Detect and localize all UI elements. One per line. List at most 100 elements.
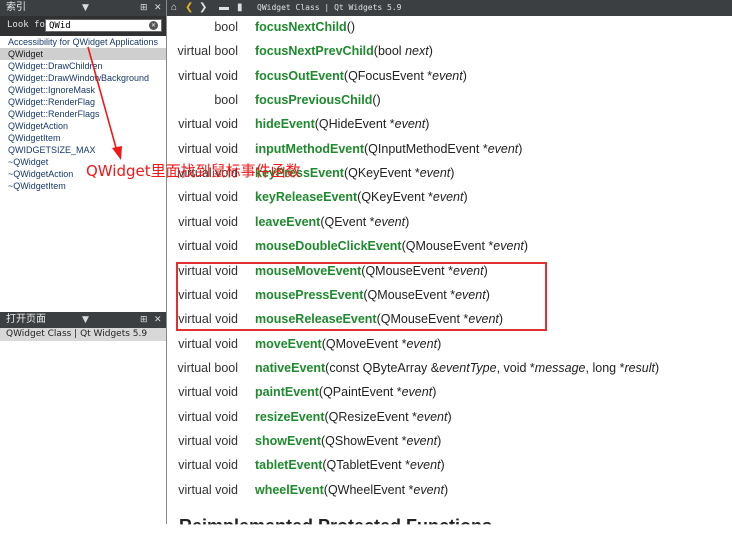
parameter-text: () xyxy=(346,20,356,34)
sync-toc-icon[interactable]: ▬ xyxy=(219,0,229,16)
close-panel-icon[interactable]: ✕ xyxy=(154,312,162,328)
function-row: bool focusPreviousChild() xyxy=(167,88,727,112)
clear-search-icon[interactable]: ✕ xyxy=(149,21,158,30)
function-row: virtual void showEvent(QShowEvent *event) xyxy=(167,429,727,453)
return-type: virtual void xyxy=(178,336,238,351)
parameter-name: event xyxy=(493,239,524,254)
close-panel-icon[interactable]: ✕ xyxy=(154,0,162,16)
index-list-item[interactable]: QWidget::DrawWindowBackground xyxy=(0,72,166,84)
return-type: virtual void xyxy=(178,482,238,497)
parameter-text: () xyxy=(372,93,381,108)
parameter-text: ) xyxy=(432,385,437,400)
function-name-link[interactable]: tabletEvent xyxy=(255,458,322,472)
function-name-link[interactable]: focusPreviousChild xyxy=(255,93,372,107)
parameter-text: ) xyxy=(444,482,449,497)
forward-icon[interactable]: ❯ xyxy=(199,0,207,16)
return-type: virtual void xyxy=(178,141,238,156)
function-name-link[interactable]: leaveEvent xyxy=(255,215,320,229)
function-name-link[interactable]: focusNextPrevChild xyxy=(255,44,374,58)
return-type: virtual void xyxy=(178,214,238,229)
function-signature: wheelEvent(QWheelEvent *event) xyxy=(255,478,448,502)
function-name-link[interactable]: keyReleaseEvent xyxy=(255,190,357,204)
dropdown-arrow-icon[interactable]: ▼ xyxy=(82,312,89,328)
parameter-text: , void * xyxy=(496,360,535,375)
function-name-link[interactable]: inputMethodEvent xyxy=(255,142,364,156)
parameter-text: ) xyxy=(437,433,442,448)
return-type: bool xyxy=(214,20,238,34)
parameter-name: event xyxy=(416,409,448,424)
function-signature: resizeEvent(QResizeEvent *event) xyxy=(255,405,452,429)
index-panel-title: 索引 xyxy=(6,2,26,13)
parameter-name: event xyxy=(374,214,406,229)
parameter-text: ) xyxy=(518,141,523,156)
bookmark-icon[interactable]: ▮ xyxy=(237,0,243,16)
function-name-link[interactable]: nativeEvent xyxy=(255,361,325,375)
parameter-text: ) xyxy=(462,68,467,83)
function-name-link[interactable]: focusOutEvent xyxy=(255,69,344,83)
open-pages-title-bar: 打开页面 ▼ ⊞ ✕ xyxy=(0,312,166,328)
search-input[interactable]: QWid ✕ xyxy=(45,19,162,32)
function-name-link[interactable]: focusNextChild xyxy=(255,20,347,34)
home-icon[interactable]: ⌂ xyxy=(171,0,177,16)
float-panel-icon[interactable]: ⊞ xyxy=(140,312,148,328)
index-list-item[interactable]: QWidgetItem xyxy=(0,132,166,144)
return-type: virtual void xyxy=(178,409,238,424)
parameter-name: next xyxy=(405,44,429,59)
parameter-text: (QEvent * xyxy=(320,214,375,229)
tab-current-page[interactable]: QWidget Class | Qt Widgets 5.9 xyxy=(257,0,402,16)
search-input-value: QWid xyxy=(49,21,71,31)
index-list-item[interactable]: QWidget::RenderFlags xyxy=(0,108,166,120)
index-list-item[interactable]: QWIDGETSIZE_MAX xyxy=(0,144,166,156)
parameter-name: event xyxy=(487,141,519,156)
parameter-text: (QMoveEvent * xyxy=(321,336,407,351)
parameter-text: ) xyxy=(437,336,442,351)
index-list-item[interactable]: QWidgetAction xyxy=(0,120,166,132)
index-list-item[interactable]: QWidget xyxy=(0,48,166,60)
return-type: virtual void xyxy=(178,385,238,400)
parameter-text: (QShowEvent * xyxy=(321,433,407,448)
parameter-text: ) xyxy=(450,166,455,181)
parameter-text: (QWheelEvent * xyxy=(323,482,414,497)
index-panel: 索引 ▼ ⊞ ✕ Look for: QWid ✕ Accessibility … xyxy=(0,0,167,524)
function-row: virtual void tabletEvent(QTabletEvent *ev… xyxy=(167,453,727,477)
function-row: virtual void resizeEvent(QResizeEvent *ev… xyxy=(167,405,727,429)
index-list-item[interactable]: QWidget::IgnoreMask xyxy=(0,84,166,96)
parameter-name: event xyxy=(432,68,463,83)
function-name-link[interactable]: wheelEvent xyxy=(255,483,324,497)
back-icon[interactable]: ❮ xyxy=(185,0,193,16)
index-list-item[interactable]: QWidget::DrawChildren xyxy=(0,60,166,72)
highlight-box xyxy=(176,262,547,331)
index-list-item[interactable]: ~QWidgetItem xyxy=(0,180,166,192)
parameter-name: eventType xyxy=(439,360,497,375)
parameter-text: (bool xyxy=(373,44,406,59)
index-panel-title-bar: 索引 ▼ ⊞ ✕ xyxy=(0,0,166,16)
return-type: virtual void xyxy=(178,458,238,473)
index-list-item[interactable]: Accessibility for QWidget Applications xyxy=(0,36,166,48)
function-signature: keyReleaseEvent(QKeyEvent *event) xyxy=(255,185,468,209)
function-name-link[interactable]: hideEvent xyxy=(255,117,315,131)
float-panel-icon[interactable]: ⊞ xyxy=(140,0,148,16)
function-name-link[interactable]: moveEvent xyxy=(255,337,322,351)
parameter-text: (QFocusEvent * xyxy=(343,68,433,83)
return-type: virtual bool xyxy=(177,44,238,59)
parameter-text: (QResizeEvent * xyxy=(324,409,417,424)
index-list-item[interactable]: QWidget::RenderFlag xyxy=(0,96,166,108)
open-page-item[interactable]: QWidget Class | Qt Widgets 5.9 xyxy=(0,328,166,341)
function-signature: hideEvent(QHideEvent *event) xyxy=(255,112,429,136)
parameter-name: result xyxy=(624,360,656,375)
parameter-name: event xyxy=(406,336,438,351)
function-name-link[interactable]: resizeEvent xyxy=(255,410,324,424)
return-type: virtual void xyxy=(178,190,238,205)
function-name-link[interactable]: paintEvent xyxy=(255,385,319,399)
function-signature: showEvent(QShowEvent *event) xyxy=(255,429,441,453)
open-pages-title: 打开页面 xyxy=(6,314,46,325)
parameter-name: event xyxy=(406,433,438,448)
function-row: virtual void focusOutEvent(QFocusEvent *e… xyxy=(167,64,727,88)
parameter-name: event xyxy=(413,482,444,497)
parameter-text: (QTabletEvent * xyxy=(322,458,410,473)
dropdown-arrow-icon[interactable]: ▼ xyxy=(82,0,89,16)
documentation-content: bool focusNextChild() virtual bool focusNex… xyxy=(167,16,732,524)
function-name-link[interactable]: mouseDoubleClickEvent xyxy=(255,239,402,253)
parameter-text: ) xyxy=(425,117,430,132)
function-name-link[interactable]: showEvent xyxy=(255,434,321,448)
